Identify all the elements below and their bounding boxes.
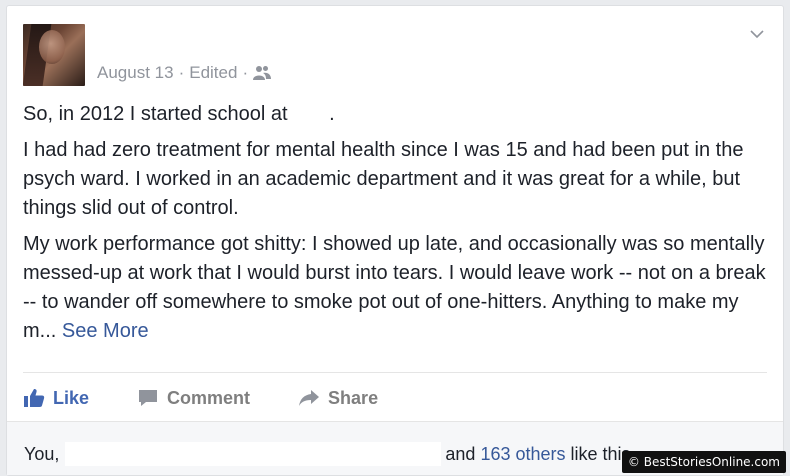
share-button[interactable]: Share — [298, 388, 378, 409]
comment-button[interactable]: Comment — [137, 388, 250, 409]
likes-prefix: You, — [24, 443, 60, 464]
watermark: © BestStoriesOnline.com — [621, 451, 786, 473]
avatar[interactable] — [23, 24, 85, 86]
redacted-names — [65, 442, 442, 466]
others-count-link[interactable]: 163 others — [480, 444, 565, 465]
post-date[interactable]: August 13 — [97, 63, 174, 83]
meta-separator: · — [178, 63, 185, 82]
post-paragraph-3: My work performance got shitty: I showed… — [23, 230, 773, 346]
post-paragraph-1: So, in 2012 I started school at . — [23, 100, 773, 129]
action-bar: Like Comment Share — [23, 372, 767, 423]
post-meta: August 13 · Edited · — [97, 63, 272, 83]
edited-label[interactable]: Edited — [189, 63, 237, 83]
likes-and: and — [445, 443, 476, 464]
comment-label: Comment — [167, 387, 251, 408]
post-text: So, in 2012 I started school at . I had … — [23, 100, 773, 353]
likes-summary: You, and 163 others like this. — [24, 442, 636, 466]
share-label: Share — [328, 387, 379, 408]
thumbs-up-icon — [24, 389, 45, 407]
like-button[interactable]: Like — [23, 388, 89, 409]
chevron-down-icon[interactable] — [749, 26, 765, 42]
paragraph-end: . — [329, 103, 335, 125]
friends-icon[interactable] — [253, 65, 272, 81]
post-card: August 13 · Edited · So, in 2012 I start… — [6, 5, 784, 476]
comment-bubble-icon — [139, 390, 158, 406]
see-more-link[interactable]: See More — [62, 320, 149, 342]
meta-separator: · — [242, 63, 249, 82]
avatar-face — [39, 30, 65, 64]
like-label: Like — [53, 387, 90, 408]
paragraph-text: So, in 2012 I started school at — [23, 103, 288, 125]
share-arrow-icon — [299, 390, 320, 406]
post-paragraph-2: I had had zero treatment for mental heal… — [23, 139, 744, 219]
